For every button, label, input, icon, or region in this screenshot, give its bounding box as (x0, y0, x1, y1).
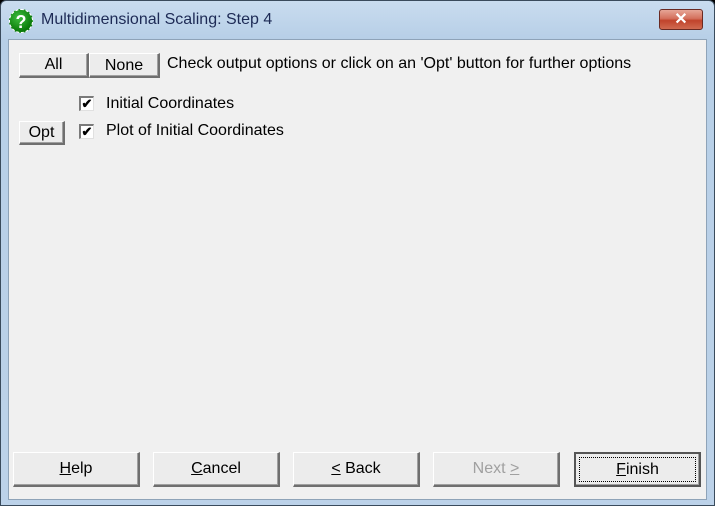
select-all-button[interactable]: All (19, 53, 89, 78)
title-bar[interactable]: ? Multidimensional Scaling: Step 4 ✕ (1, 1, 714, 39)
check-icon: ✔ (81, 124, 93, 139)
label-plot-initial-coordinates: Plot of Initial Coordinates (106, 122, 284, 139)
focus-rect (579, 457, 696, 482)
instruction-text: Check output options or click on an 'Opt… (167, 55, 632, 72)
label-initial-coordinates: Initial Coordinates (106, 95, 235, 112)
next-button[interactable]: Next > (433, 452, 560, 487)
checkbox-initial-coordinates[interactable]: ✔ (79, 96, 94, 111)
close-icon: ✕ (674, 11, 688, 28)
dialog-window: ? Multidimensional Scaling: Step 4 ✕ All… (0, 0, 715, 506)
close-button[interactable]: ✕ (659, 9, 703, 30)
checkbox-plot-initial-coordinates[interactable]: ✔ (79, 124, 94, 139)
select-none-button[interactable]: None (89, 53, 160, 78)
cancel-button[interactable]: Cancel (153, 452, 280, 487)
check-icon: ✔ (81, 96, 93, 111)
opt-button-plot-initial-coordinates[interactable]: Opt (19, 121, 65, 145)
finish-button[interactable]: Finish (574, 452, 701, 487)
dialog-client-area: All None Check output options or click o… (8, 39, 707, 500)
help-question-icon: ? (9, 9, 33, 33)
help-button[interactable]: Help (13, 452, 140, 487)
window-title: Multidimensional Scaling: Step 4 (41, 11, 273, 28)
back-button[interactable]: < Back (293, 452, 420, 487)
